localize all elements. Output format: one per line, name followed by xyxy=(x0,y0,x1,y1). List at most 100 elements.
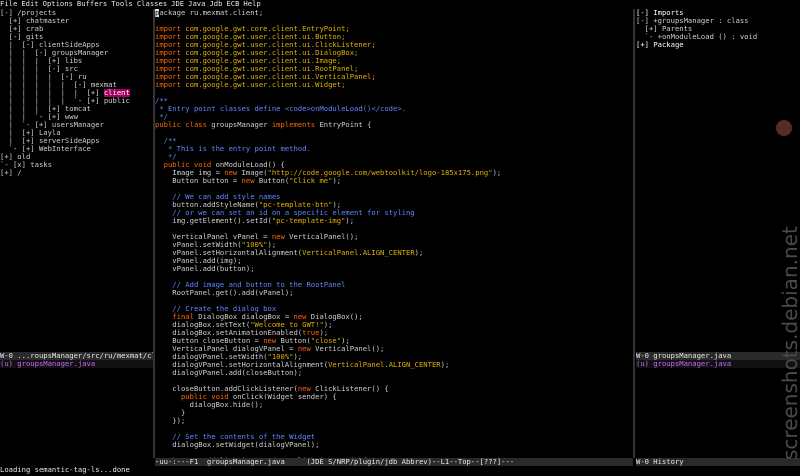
left-buffer-list[interactable]: (u) groupsManager.java xyxy=(0,360,153,368)
tree-node[interactable]: [+] / xyxy=(0,169,153,177)
tree-node[interactable]: | [+] serverSideApps xyxy=(0,137,153,145)
tree-node[interactable]: | | | [-] src xyxy=(0,65,153,73)
code-line[interactable]: VerticalPanel dialogVPanel = new Vertica… xyxy=(155,345,633,353)
code-line[interactable] xyxy=(155,129,633,137)
code-line[interactable]: // Set the contents of the Widget xyxy=(155,433,633,441)
code-line[interactable]: */ xyxy=(155,113,633,121)
code-line[interactable]: * This is the entry point method. xyxy=(155,145,633,153)
code-line[interactable]: } xyxy=(155,409,633,417)
tree-node[interactable]: [-] /projects xyxy=(0,9,153,17)
tree-node[interactable]: | | | [+] tomcat xyxy=(0,105,153,113)
code-line[interactable]: // or we can set an id on a specific ele… xyxy=(155,209,633,217)
tag-node[interactable]: [+] Package xyxy=(636,41,800,49)
code-line[interactable]: dialogBox.setText("Welcome to GWT!"); xyxy=(155,321,633,329)
code-line[interactable]: // Create the dialog box xyxy=(155,305,633,313)
code-line[interactable]: import com.google.gwt.user.client.ui.Cli… xyxy=(155,41,633,49)
code-line[interactable] xyxy=(155,377,633,385)
echo-area: Loading semantic-tag-ls...done xyxy=(0,465,130,474)
code-editor-pane[interactable]: package ru.mexmat.client; import com.goo… xyxy=(155,9,633,458)
tree-node[interactable]: [+] chatmaster xyxy=(0,17,153,25)
code-line[interactable]: */ xyxy=(155,153,633,161)
code-line[interactable] xyxy=(155,225,633,233)
code-line[interactable]: vPanel.add(button); xyxy=(155,265,633,273)
code-line[interactable]: vPanel.setHorizontalAlignment(VerticalPa… xyxy=(155,249,633,257)
code-line[interactable]: img.getElement().setId("pc-template-img"… xyxy=(155,217,633,225)
debian-logo-icon xyxy=(776,120,792,136)
code-line[interactable]: closeButton.addClickListener(new ClickLi… xyxy=(155,385,633,393)
code-line[interactable]: // We can add style names xyxy=(155,193,633,201)
code-line[interactable] xyxy=(155,425,633,433)
menu-java[interactable]: Java xyxy=(188,0,205,8)
code-line[interactable]: import com.google.gwt.user.client.ui.Roo… xyxy=(155,65,633,73)
menu-jdb[interactable]: Jdb xyxy=(209,0,222,8)
code-line[interactable]: final DialogBox dialogBox = new DialogBo… xyxy=(155,313,633,321)
tree-node[interactable]: | `- [+] usersManager xyxy=(0,121,153,129)
code-line[interactable] xyxy=(155,449,633,457)
code-line[interactable] xyxy=(155,185,633,193)
tag-node[interactable]: [-] +groupsManager : class xyxy=(636,17,800,25)
code-line[interactable]: RootPanel.get().add(vPanel); xyxy=(155,289,633,297)
code-line[interactable]: Image img = new Image("http://code.googl… xyxy=(155,169,633,177)
pane-divider[interactable] xyxy=(633,9,635,458)
code-line[interactable]: import com.google.gwt.user.client.ui.Ver… xyxy=(155,73,633,81)
code-line[interactable]: Button closeButton = new Button("close")… xyxy=(155,337,633,345)
code-line[interactable]: dialogVPanel.setHorizontalAlignment(Vert… xyxy=(155,361,633,369)
code-line[interactable]: public class groupsManager implements En… xyxy=(155,121,633,129)
tree-node[interactable]: `- [x] tasks xyxy=(0,161,153,169)
tree-node[interactable]: | | `- [+] www xyxy=(0,113,153,121)
code-line[interactable] xyxy=(155,273,633,281)
code-line[interactable]: * Entry point classes define <code>onMod… xyxy=(155,105,633,113)
code-line[interactable]: dialogVPanel.setWidth("100%"); xyxy=(155,353,633,361)
code-line[interactable]: import com.google.gwt.user.client.ui.Wid… xyxy=(155,81,633,89)
code-line[interactable]: }); xyxy=(155,417,633,425)
menu-ecb[interactable]: ECB xyxy=(226,0,239,8)
code-line[interactable]: public void onModuleLoad() { xyxy=(155,161,633,169)
code-line[interactable]: import com.google.gwt.user.client.ui.Ima… xyxy=(155,57,633,65)
menu-classes[interactable]: Classes xyxy=(137,0,167,8)
tree-node[interactable]: `- [+] WebInterface xyxy=(0,145,153,153)
menu-jde[interactable]: JDE xyxy=(171,0,184,8)
tree-node[interactable]: | | | | | | [+] client xyxy=(0,89,153,97)
menu-help[interactable]: Help xyxy=(243,0,260,8)
tree-node[interactable]: [+] crab xyxy=(0,25,153,33)
code-line[interactable]: Button button = new Button("Click me"); xyxy=(155,177,633,185)
tree-node[interactable]: [-] gits xyxy=(0,33,153,41)
code-line[interactable]: vPanel.add(img); xyxy=(155,257,633,265)
tag-node[interactable]: [-] Imports xyxy=(636,9,800,17)
code-line[interactable]: /** xyxy=(155,97,633,105)
code-line[interactable] xyxy=(155,17,633,25)
tree-node[interactable]: | | | | | `- [+] public xyxy=(0,97,153,105)
code-line[interactable]: import com.google.gwt.user.client.ui.But… xyxy=(155,33,633,41)
code-line[interactable]: vPanel.setWidth("100%"); xyxy=(155,241,633,249)
code-line[interactable]: VerticalPanel vPanel = new VerticalPanel… xyxy=(155,233,633,241)
code-line[interactable]: package ru.mexmat.client; xyxy=(155,9,633,17)
tree-node[interactable]: | | | | [-] ru xyxy=(0,73,153,81)
code-line[interactable]: dialogBox.setAnimationEnabled(true); xyxy=(155,329,633,337)
code-line[interactable]: import com.google.gwt.user.client.ui.Dia… xyxy=(155,49,633,57)
menu-options[interactable]: Options xyxy=(43,0,73,8)
code-line[interactable]: dialogBox.setWidget(dialogVPanel); xyxy=(155,441,633,449)
menu-buffers[interactable]: Buffers xyxy=(77,0,107,8)
tree-node[interactable]: | [-] clientSideApps xyxy=(0,41,153,49)
left-modeline: W-0 ...roupsManager/src/ru/mexmat/client xyxy=(0,352,153,360)
tree-node[interactable]: | [+] Layla xyxy=(0,129,153,137)
code-line[interactable] xyxy=(155,89,633,97)
menu-edit[interactable]: Edit xyxy=(21,0,38,8)
code-line[interactable]: import com.google.gwt.core.client.EntryP… xyxy=(155,25,633,33)
code-line[interactable]: dialogVPanel.add(closeButton); xyxy=(155,369,633,377)
menu-file[interactable]: File xyxy=(0,0,17,8)
code-line[interactable]: button.addStyleName("pc-template-btn"); xyxy=(155,201,633,209)
code-line[interactable]: // Add image and button to the RootPanel xyxy=(155,281,633,289)
tag-node[interactable]: [+] Parents xyxy=(636,25,800,33)
tree-node[interactable]: | | | | | [-] mexmat xyxy=(0,81,153,89)
code-line[interactable]: public void onClick(Widget sender) { xyxy=(155,393,633,401)
tag-node[interactable]: `- +onModuleLoad () : void xyxy=(636,33,800,41)
code-line[interactable]: /** xyxy=(155,137,633,145)
directory-tree-pane[interactable]: [-] /projects [+] chatmaster [+] crab [-… xyxy=(0,9,153,442)
tree-node[interactable]: [+] old xyxy=(0,153,153,161)
code-line[interactable] xyxy=(155,297,633,305)
menu-tools[interactable]: Tools xyxy=(111,0,133,8)
tree-node[interactable]: | | | [+] libs xyxy=(0,57,153,65)
code-line[interactable]: dialogBox.hide(); xyxy=(155,401,633,409)
tree-node[interactable]: | | [-] groupsManager xyxy=(0,49,153,57)
